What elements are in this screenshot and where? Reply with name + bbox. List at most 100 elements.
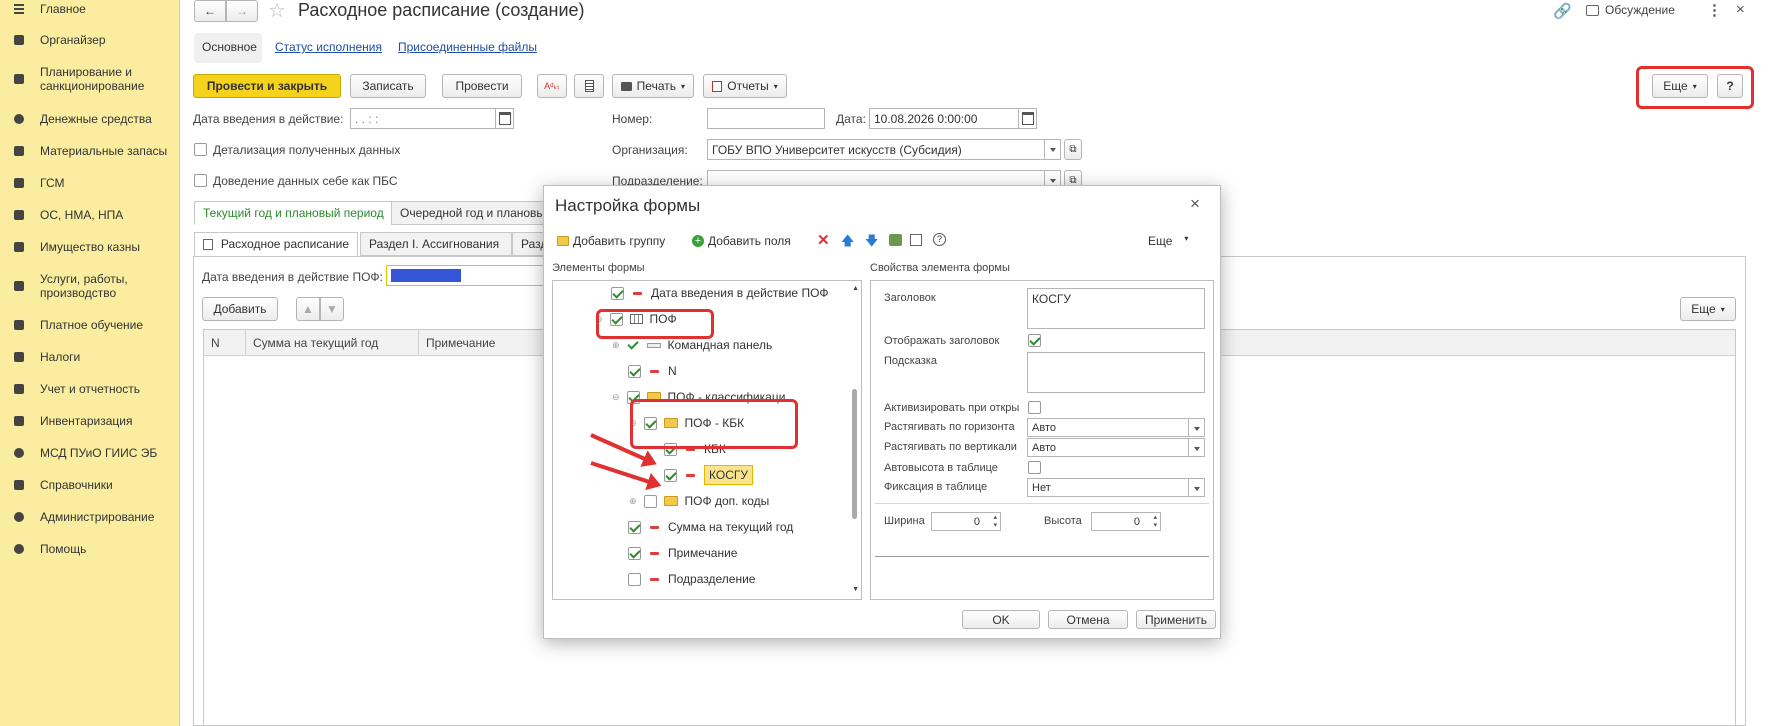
stretch-v-field[interactable]: Авто [1027,438,1205,457]
autoheight-checkbox[interactable] [1028,461,1041,474]
tab-next-year[interactable]: Очередной год и плановый [391,201,561,225]
date-field[interactable]: 10.08.2026 0:00:00 [869,108,1037,129]
sidebar-item-main[interactable]: Главное [12,2,86,16]
calendar-icon[interactable] [1018,109,1036,128]
sidebar-item-planning[interactable]: Планирование и санкционирование [12,65,172,93]
tree-item[interactable]: Примечание [628,544,737,562]
more-vertical-icon[interactable]: ⋮ [1707,1,1722,19]
add-fields-button[interactable]: + Добавить поля [692,234,791,248]
delete-icon[interactable]: ✕ [817,231,830,249]
checkbox[interactable] [643,494,657,508]
column-header-note[interactable]: Примечание [426,336,495,350]
close-icon[interactable]: × [1190,194,1200,214]
dialog-more-button[interactable]: Еще ▾ [1148,234,1188,248]
sidebar-item-admin[interactable]: Администрирование [12,510,154,524]
tree-item[interactable]: Дата введения в действие ПОФ [611,284,829,302]
favorite-star-icon[interactable]: ☆ [268,0,286,23]
sidebar-item-materials[interactable]: Материальные запасы [12,144,167,158]
tab-files[interactable]: Присоединенные файлы [398,40,537,54]
forward-button[interactable]: → [226,0,258,22]
number-field[interactable] [707,108,825,129]
copy-icon[interactable] [910,234,922,246]
tree-item[interactable]: Подразделение [628,570,755,588]
scroll-up-icon[interactable]: ▲ [852,285,859,292]
tree-item[interactable]: N [628,362,677,380]
checkbox[interactable] [627,339,640,352]
pbs-checkbox[interactable] [194,174,207,187]
checkbox[interactable] [628,364,641,378]
checkbox[interactable] [628,572,641,586]
print-button[interactable]: Печать ▾ [612,74,694,98]
list-button[interactable] [574,74,604,98]
tree-item-selected[interactable]: КОСГУ [664,465,753,485]
post-button[interactable]: Провести [442,74,522,98]
fix-field[interactable]: Нет [1027,478,1205,497]
tab-expense-schedule[interactable]: Расходное расписание [194,232,358,256]
sidebar-item-treasury[interactable]: Имущество казны [12,240,140,254]
chevron-down-icon[interactable] [1188,439,1204,456]
width-field[interactable]: 0 ▴ ▾ [931,512,1001,531]
post-and-close-button[interactable]: Провести и закрыть [193,74,341,98]
caption-field[interactable]: КОСГУ [1027,288,1205,329]
checkbox[interactable] [628,520,641,534]
sidebar-item-help[interactable]: Помощь [12,542,86,556]
ok-button[interactable]: OK [962,610,1040,629]
reports-button[interactable]: Отчеты ▾ [703,74,787,98]
save-button[interactable]: Записать [350,74,426,98]
arrow-up-icon[interactable]: 🡅 [841,232,854,254]
sidebar-item-assets[interactable]: ОС, НМА, НПА [12,208,123,222]
checkbox[interactable] [611,286,624,300]
link-icon[interactable]: 🔗 [1553,2,1572,20]
sidebar-item-organizer[interactable]: Органайзер [12,33,106,47]
sidebar-item-services[interactable]: Услуги, работы, производство [12,272,172,300]
scrollbar-thumb[interactable] [852,389,857,519]
add-button[interactable]: Добавить [202,297,278,321]
close-icon[interactable]: × [1736,1,1745,18]
tree-item[interactable]: ⊕ ПОФ доп. коды [629,492,769,510]
date-effective-field[interactable]: . . : : [350,108,514,129]
arrow-down-icon[interactable]: 🡇 [865,232,878,254]
dt-kt-button[interactable]: Aᵈₖₜ [537,74,567,98]
tab-main[interactable]: Основное [202,40,257,54]
detail-checkbox[interactable] [194,143,207,156]
sidebar-item-reporting[interactable]: Учет и отчетность [12,382,140,396]
checkbox[interactable] [628,546,641,560]
sidebar-item-education[interactable]: Платное обучение [12,318,143,332]
sidebar-item-fuel[interactable]: ГСМ [12,176,65,190]
chevron-down-icon[interactable] [1188,479,1204,496]
refresh-icon[interactable] [889,234,902,246]
sidebar-item-money[interactable]: Денежные средства [12,112,152,126]
tab-current-year[interactable]: Текущий год и плановый период [194,201,393,225]
back-button[interactable]: ← [194,0,226,22]
calendar-icon[interactable] [495,109,513,128]
chevron-down-icon[interactable] [1044,140,1060,159]
move-down-button[interactable]: ▼ [320,297,344,321]
show-caption-checkbox[interactable] [1028,334,1041,347]
stretch-h-field[interactable]: Авто [1027,418,1205,437]
pof-date-field[interactable] [386,265,544,286]
help-icon[interactable]: ? [933,233,946,246]
sidebar-item-inventory[interactable]: Инвентаризация [12,414,132,428]
expand-icon[interactable]: ⊕ [612,340,620,351]
tree-item[interactable]: Сумма на текущий год [628,518,793,536]
hint-field[interactable] [1027,352,1205,393]
checkbox[interactable] [664,468,677,482]
add-group-button[interactable]: Добавить группу [557,234,665,248]
chevron-down-icon[interactable] [1188,419,1204,436]
expand-icon[interactable]: ⊕ [629,496,637,507]
tab-status[interactable]: Статус исполнения [275,40,382,54]
discussion-button[interactable]: Обсуждение [1586,3,1675,17]
move-up-button[interactable]: ▲ [296,297,320,321]
tab-section-1[interactable]: Раздел I. Ассигнования [360,232,512,256]
cancel-button[interactable]: Отмена [1048,610,1128,629]
column-header-sum[interactable]: Сумма на текущий год [253,336,378,350]
apply-button[interactable]: Применить [1136,610,1216,629]
section-more-button[interactable]: Еще ▾ [1680,297,1736,321]
activate-checkbox[interactable] [1028,401,1041,414]
scroll-down-icon[interactable]: ▼ [852,586,859,593]
sidebar-item-taxes[interactable]: Налоги [12,350,80,364]
open-org-button[interactable]: ⧉ [1064,139,1082,160]
sidebar-item-references[interactable]: Справочники [12,478,113,492]
sidebar-item-msd[interactable]: МСД ПУиО ГИИС ЭБ [12,446,157,460]
expand-icon[interactable]: ⊖ [612,392,620,403]
